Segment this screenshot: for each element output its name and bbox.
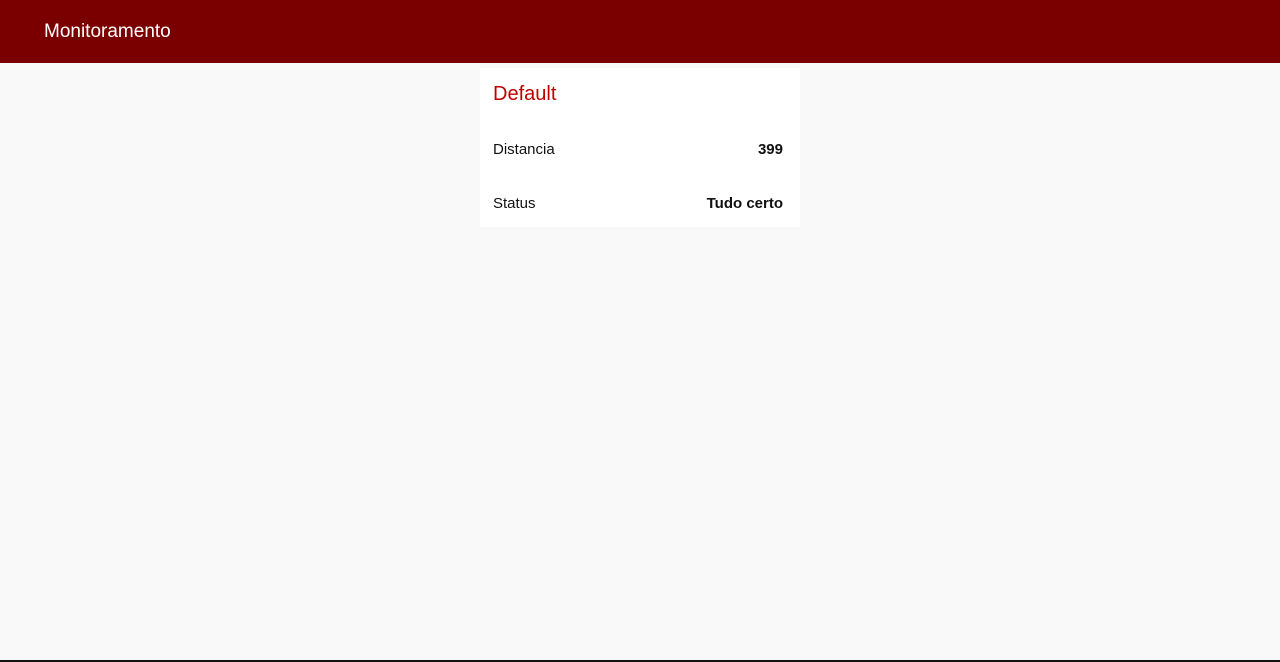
app-header: Monitoramento (0, 0, 1280, 63)
card-title: Default (493, 83, 557, 105)
distance-row: Distancia 399 (493, 138, 783, 160)
distance-value: 399 (757, 140, 783, 158)
status-value: Tudo certo (706, 194, 783, 212)
status-label: Status (493, 194, 536, 212)
monitor-card: Default Distancia 399 Status Tudo certo (480, 68, 800, 227)
app-title: Monitoramento (44, 21, 171, 42)
status-row: Status Tudo certo (493, 192, 783, 214)
distance-label: Distancia (493, 140, 555, 158)
